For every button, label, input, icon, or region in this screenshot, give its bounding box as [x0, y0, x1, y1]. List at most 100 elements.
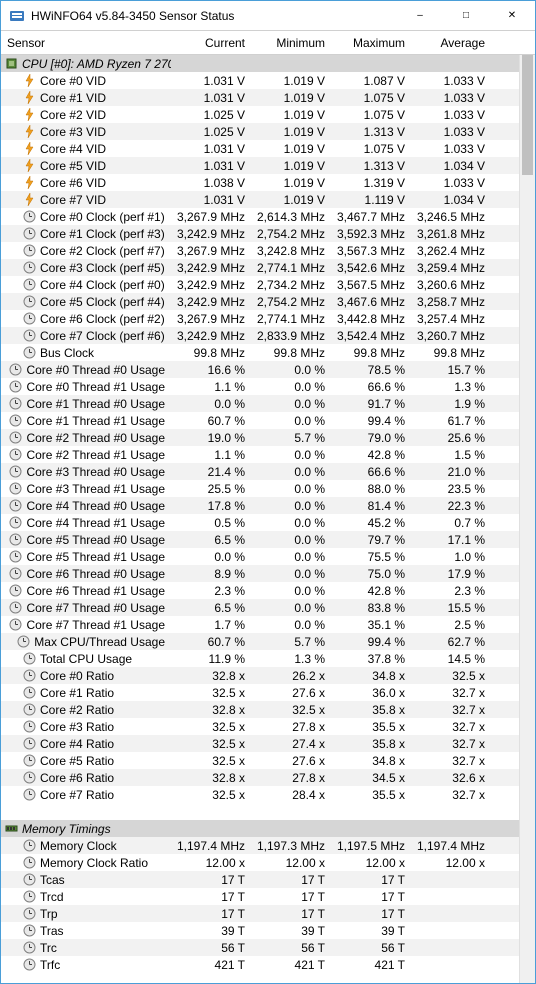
value-maximum: 81.4 %: [331, 499, 411, 513]
value-current: 1.031 V: [171, 159, 251, 173]
value-average: 32.6 x: [411, 771, 491, 785]
table-row[interactable]: Core #7 Thread #0 Usage6.5 %0.0 %83.8 %1…: [1, 599, 519, 616]
value-maximum: 79.7 %: [331, 533, 411, 547]
table-row[interactable]: Total CPU Usage11.9 %1.3 %37.8 %14.5 %: [1, 650, 519, 667]
table-row[interactable]: Trcd17 T17 T17 T: [1, 888, 519, 905]
table-row[interactable]: Core #2 Thread #0 Usage19.0 %5.7 %79.0 %…: [1, 429, 519, 446]
value-minimum: 0.0 %: [251, 482, 331, 496]
vertical-scrollbar[interactable]: [519, 55, 535, 983]
maximize-button[interactable]: □: [443, 1, 489, 30]
value-minimum: 0.0 %: [251, 550, 331, 564]
value-average: 17.1 %: [411, 533, 491, 547]
table-row[interactable]: Core #3 Ratio32.5 x27.8 x35.5 x32.7 x: [1, 718, 519, 735]
value-average: 1.034 V: [411, 193, 491, 207]
table-row[interactable]: Core #1 Thread #1 Usage60.7 %0.0 %99.4 %…: [1, 412, 519, 429]
table-row[interactable]: Core #5 Thread #1 Usage0.0 %0.0 %75.5 %1…: [1, 548, 519, 565]
table-header[interactable]: Sensor Current Minimum Maximum Average: [1, 31, 535, 55]
table-row[interactable]: Core #1 Clock (perf #3)3,242.9 MHz2,754.…: [1, 225, 519, 242]
value-current: 32.8 x: [171, 703, 251, 717]
table-row[interactable]: Tras39 T39 T39 T: [1, 922, 519, 939]
scrollbar-thumb[interactable]: [522, 55, 533, 175]
table-row[interactable]: Core #4 VID1.031 V1.019 V1.075 V1.033 V: [1, 140, 519, 157]
value-maximum: 35.1 %: [331, 618, 411, 632]
table-row[interactable]: Core #4 Thread #0 Usage17.8 %0.0 %81.4 %…: [1, 497, 519, 514]
table-row[interactable]: Core #2 Clock (perf #7)3,267.9 MHz3,242.…: [1, 242, 519, 259]
table-row[interactable]: Core #7 Ratio32.5 x28.4 x35.5 x32.7 x: [1, 786, 519, 803]
value-minimum: 1.019 V: [251, 176, 331, 190]
sensor-name: Core #4 Thread #1 Usage: [26, 516, 165, 530]
value-current: 17 T: [171, 907, 251, 921]
table-row[interactable]: Core #5 VID1.031 V1.019 V1.313 V1.034 V: [1, 157, 519, 174]
value-minimum: 27.8 x: [251, 771, 331, 785]
table-row[interactable]: Core #3 Thread #1 Usage25.5 %0.0 %88.0 %…: [1, 480, 519, 497]
sensor-name: Core #4 Ratio: [40, 737, 114, 751]
sensor-name: Core #5 Ratio: [40, 754, 114, 768]
value-average: 3,259.4 MHz: [411, 261, 491, 275]
table-row[interactable]: Memory Clock1,197.4 MHz1,197.3 MHz1,197.…: [1, 837, 519, 854]
table-row[interactable]: Core #4 Clock (perf #0)3,242.9 MHz2,734.…: [1, 276, 519, 293]
table-row[interactable]: Core #7 Clock (perf #6)3,242.9 MHz2,833.…: [1, 327, 519, 344]
table-row[interactable]: Core #4 Thread #1 Usage0.5 %0.0 %45.2 %0…: [1, 514, 519, 531]
table-row[interactable]: Core #5 Thread #0 Usage6.5 %0.0 %79.7 %1…: [1, 531, 519, 548]
close-button[interactable]: ✕: [489, 1, 535, 30]
table-row[interactable]: Trp17 T17 T17 T: [1, 905, 519, 922]
clock-icon: [23, 873, 36, 886]
table-row[interactable]: Core #6 Thread #0 Usage8.9 %0.0 %75.0 %1…: [1, 565, 519, 582]
header-maximum[interactable]: Maximum: [331, 36, 411, 50]
table-row[interactable]: Core #3 Thread #0 Usage21.4 %0.0 %66.6 %…: [1, 463, 519, 480]
table-row[interactable]: Core #3 Clock (perf #5)3,242.9 MHz2,774.…: [1, 259, 519, 276]
table-row[interactable]: Core #6 VID1.038 V1.019 V1.319 V1.033 V: [1, 174, 519, 191]
table-row[interactable]: Core #1 Thread #0 Usage0.0 %0.0 %91.7 %1…: [1, 395, 519, 412]
table-row[interactable]: Core #5 Clock (perf #4)3,242.9 MHz2,754.…: [1, 293, 519, 310]
table-row[interactable]: Core #1 VID1.031 V1.019 V1.075 V1.033 V: [1, 89, 519, 106]
table-row[interactable]: Max CPU/Thread Usage60.7 %5.7 %99.4 %62.…: [1, 633, 519, 650]
table-row[interactable]: Core #7 Thread #1 Usage1.7 %0.0 %35.1 %2…: [1, 616, 519, 633]
header-minimum[interactable]: Minimum: [251, 36, 331, 50]
table-row[interactable]: Core #4 Ratio32.5 x27.4 x35.8 x32.7 x: [1, 735, 519, 752]
value-current: 1.038 V: [171, 176, 251, 190]
table-row[interactable]: Core #7 VID1.031 V1.019 V1.119 V1.034 V: [1, 191, 519, 208]
table-row[interactable]: Memory Clock Ratio12.00 x12.00 x12.00 x1…: [1, 854, 519, 871]
clock-icon: [23, 839, 36, 852]
table-row[interactable]: Core #0 Thread #1 Usage1.1 %0.0 %66.6 %1…: [1, 378, 519, 395]
value-average: 3,246.5 MHz: [411, 210, 491, 224]
table-row[interactable]: Trfc421 T421 T421 T: [1, 956, 519, 973]
value-current: 99.8 MHz: [171, 346, 251, 360]
bolt-icon: [23, 176, 36, 189]
table-row[interactable]: Core #6 Thread #1 Usage2.3 %0.0 %42.8 %2…: [1, 582, 519, 599]
clock-icon: [23, 856, 36, 869]
table-row[interactable]: Core #2 Ratio32.8 x32.5 x35.8 x32.7 x: [1, 701, 519, 718]
section-header[interactable]: CPU [#0]: AMD Ryzen 7 2700: [1, 55, 519, 72]
titlebar[interactable]: HWiNFO64 v5.84-3450 Sensor Status – □ ✕: [1, 1, 535, 31]
table-row[interactable]: Core #5 Ratio32.5 x27.6 x34.8 x32.7 x: [1, 752, 519, 769]
sensor-name: Core #4 Thread #0 Usage: [26, 499, 165, 513]
table-row[interactable]: Core #0 Ratio32.8 x26.2 x34.8 x32.5 x: [1, 667, 519, 684]
value-minimum: 0.0 %: [251, 499, 331, 513]
clock-icon: [23, 941, 36, 954]
table-row[interactable]: Core #6 Clock (perf #2)3,267.9 MHz2,774.…: [1, 310, 519, 327]
header-current[interactable]: Current: [171, 36, 251, 50]
section-header[interactable]: Memory Timings: [1, 820, 519, 837]
table-row[interactable]: Bus Clock99.8 MHz99.8 MHz99.8 MHz99.8 MH…: [1, 344, 519, 361]
table-row[interactable]: Core #3 VID1.025 V1.019 V1.313 V1.033 V: [1, 123, 519, 140]
sensor-name: Core #2 Ratio: [40, 703, 114, 717]
value-current: 56 T: [171, 941, 251, 955]
header-sensor[interactable]: Sensor: [1, 36, 171, 50]
table-row[interactable]: Core #2 Thread #1 Usage1.1 %0.0 %42.8 %1…: [1, 446, 519, 463]
table-row[interactable]: Core #2 VID1.025 V1.019 V1.075 V1.033 V: [1, 106, 519, 123]
minimize-button[interactable]: –: [397, 1, 443, 30]
table-row[interactable]: Core #6 Ratio32.8 x27.8 x34.5 x32.6 x: [1, 769, 519, 786]
value-average: 99.8 MHz: [411, 346, 491, 360]
table-row[interactable]: Core #0 VID1.031 V1.019 V1.087 V1.033 V: [1, 72, 519, 89]
table-row[interactable]: Tcas17 T17 T17 T: [1, 871, 519, 888]
table-row[interactable]: Core #1 Ratio32.5 x27.6 x36.0 x32.7 x: [1, 684, 519, 701]
value-maximum: 37.8 %: [331, 652, 411, 666]
table-row[interactable]: Trc56 T56 T56 T: [1, 939, 519, 956]
table-row[interactable]: Core #0 Thread #0 Usage16.6 %0.0 %78.5 %…: [1, 361, 519, 378]
table-row[interactable]: Core #0 Clock (perf #1)3,267.9 MHz2,614.…: [1, 208, 519, 225]
value-current: 0.5 %: [171, 516, 251, 530]
header-average[interactable]: Average: [411, 36, 491, 50]
sensor-name: Core #7 VID: [40, 193, 106, 207]
value-average: 2.5 %: [411, 618, 491, 632]
value-minimum: 2,754.2 MHz: [251, 295, 331, 309]
